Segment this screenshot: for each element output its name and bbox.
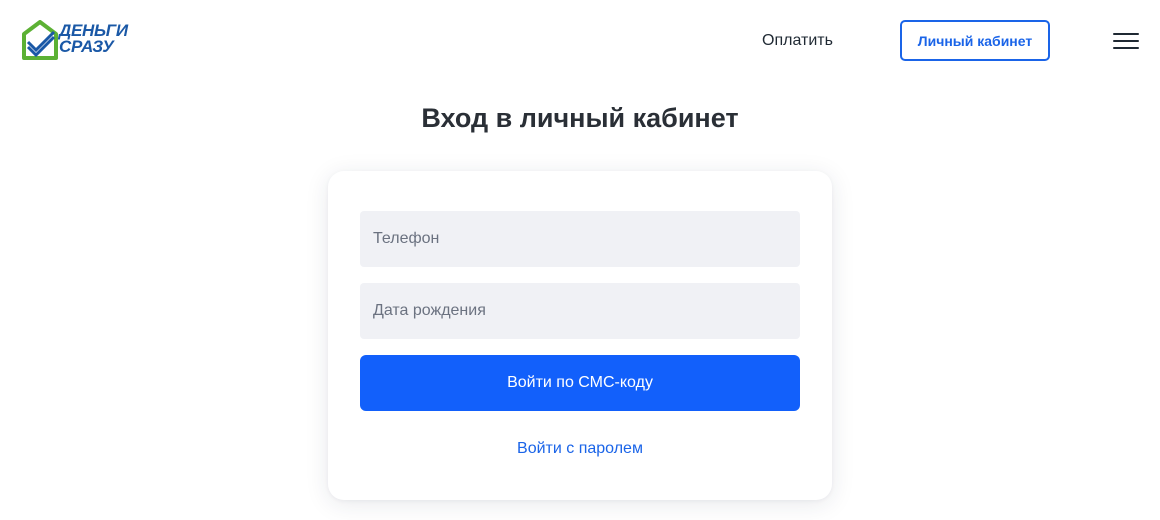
birth-date-input[interactable] bbox=[360, 283, 800, 339]
nav-pay-link[interactable]: Оплатить bbox=[762, 31, 833, 51]
page-title: Вход в личный кабинет bbox=[421, 103, 739, 133]
page: ДЕНЬГИ СРАЗУ Оплатить Личный кабинет Вхо… bbox=[0, 0, 1160, 520]
sms-login-button[interactable]: Войти по СМС-коду bbox=[360, 355, 800, 411]
logo-line-2: СРАЗУ bbox=[59, 37, 114, 56]
personal-cabinet-button[interactable]: Личный кабинет bbox=[900, 20, 1050, 61]
logo-link[interactable]: ДЕНЬГИ СРАЗУ bbox=[22, 20, 152, 62]
login-card: Войти по СМС-коду Войти с паролем bbox=[328, 171, 832, 500]
password-login-link[interactable]: Войти с паролем bbox=[328, 439, 832, 459]
logo-text: ДЕНЬГИ СРАЗУ bbox=[59, 22, 128, 56]
logo-shield-check-icon bbox=[22, 20, 58, 60]
hamburger-menu-icon[interactable] bbox=[1113, 31, 1139, 51]
phone-input[interactable] bbox=[360, 211, 800, 267]
